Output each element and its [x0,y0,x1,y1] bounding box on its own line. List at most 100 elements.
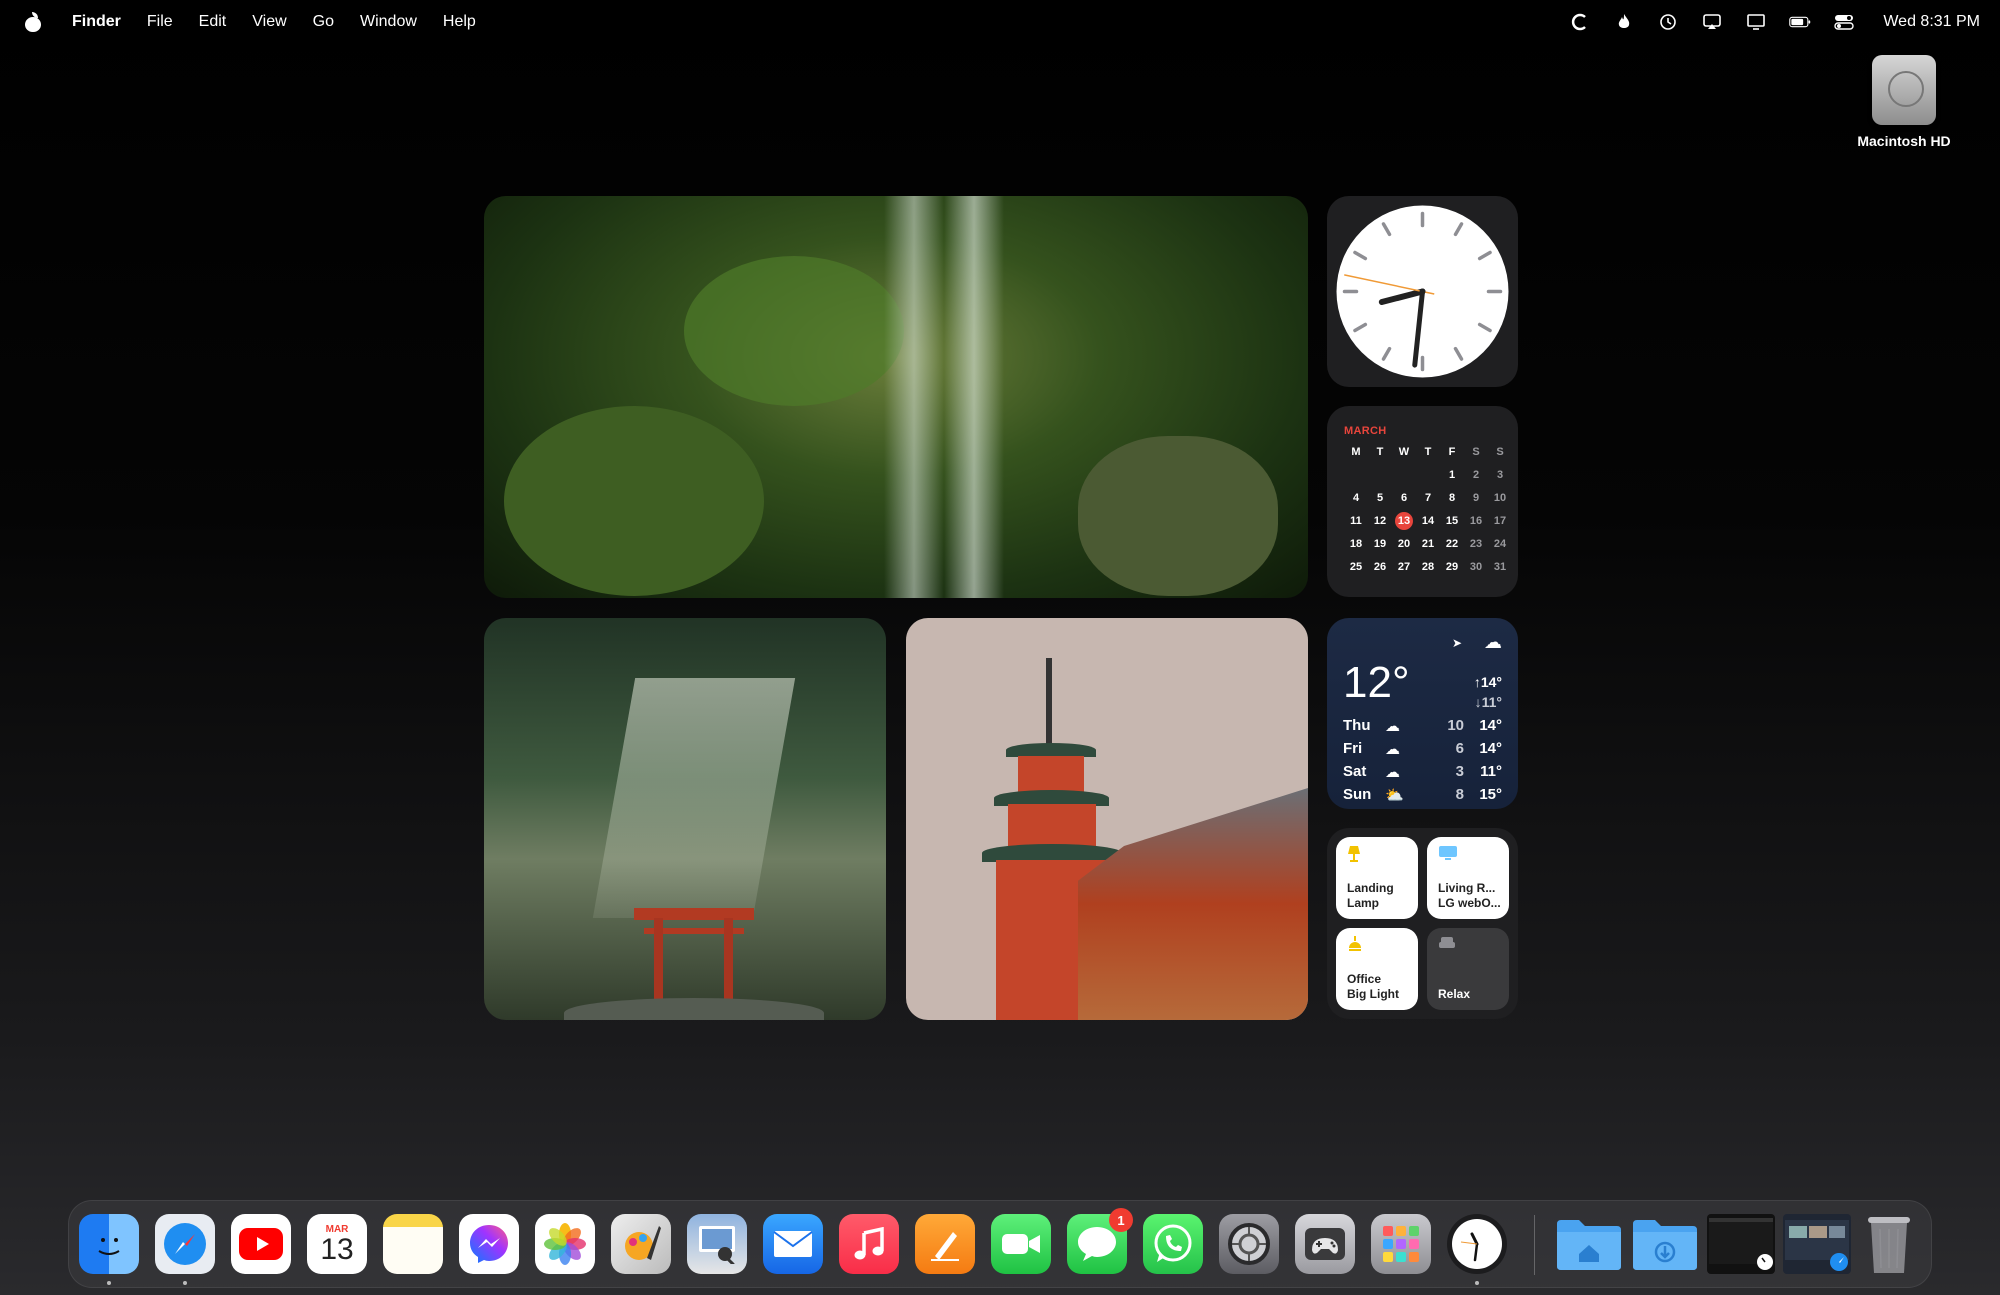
calendar-day[interactable]: 28 [1416,558,1440,576]
photo-widget-pagoda[interactable] [906,618,1308,1020]
calendar-day[interactable]: 25 [1344,558,1368,576]
downloads-folder-icon[interactable] [1631,1214,1699,1274]
calendar-day[interactable]: 21 [1416,535,1440,553]
menu-edit[interactable]: Edit [199,13,227,31]
trash-icon[interactable] [1859,1214,1919,1274]
calendar-widget[interactable]: MARCH M T W T F S S 1 2 3 4 5 6 7 8 9 10 11 12 13 14 15 16 17 18… [1327,406,1518,597]
calendar-day[interactable]: 20 [1392,535,1416,553]
calendar-day[interactable]: 9 [1464,489,1488,507]
calendar-day[interactable]: 24 [1488,535,1512,553]
control-center-icon[interactable] [1833,12,1855,32]
calendar-day[interactable]: 17 [1488,512,1512,530]
calendar-app-icon[interactable]: MAR 13 [307,1214,367,1274]
forecast-high: 11° [1480,763,1502,780]
home-tile-relax[interactable]: Relax [1427,928,1509,1010]
calendar-day[interactable]: 13 [1395,512,1413,530]
photo-widget-torii-gate[interactable] [484,618,886,1020]
calendar-empty [1392,466,1416,484]
calendar-day[interactable]: 29 [1440,558,1464,576]
calendar-day[interactable]: 19 [1368,535,1392,553]
game-controller-icon[interactable] [1295,1214,1355,1274]
calendar-day[interactable]: 23 [1464,535,1488,553]
calendar-weekday: W [1398,446,1410,458]
menu-clock[interactable]: Wed 8:31 PM [1883,13,1980,31]
launchpad-icon[interactable] [1371,1214,1431,1274]
apple-menu-icon[interactable] [24,11,42,32]
calendar-day[interactable]: 30 [1464,558,1488,576]
tile-label: Landing [1347,881,1394,895]
pixelmator-icon[interactable] [611,1214,671,1274]
calendar-day[interactable]: 11 [1344,512,1368,530]
mail-icon[interactable] [763,1214,823,1274]
calendar-day[interactable]: 6 [1392,489,1416,507]
desktop-drive[interactable]: Macintosh HD [1844,55,1964,149]
forecast-day: Thu [1343,717,1371,734]
menu-app-finder[interactable]: Finder [72,13,121,31]
calendar-day[interactable]: 16 [1464,512,1488,530]
home-tile-office-big-light[interactable]: Office Big Light [1336,928,1418,1010]
sync-icon[interactable] [1569,12,1591,32]
safari-icon[interactable] [155,1214,215,1274]
calendar-day[interactable]: 18 [1344,535,1368,553]
clock-widget[interactable] [1327,196,1518,387]
preview-icon[interactable] [687,1214,747,1274]
whatsapp-icon[interactable] [1143,1214,1203,1274]
messenger-icon[interactable] [459,1214,519,1274]
menu-file[interactable]: File [147,13,173,31]
calendar-day[interactable]: 8 [1440,489,1464,507]
calendar-day[interactable]: 31 [1488,558,1512,576]
calendar-day[interactable]: 7 [1416,489,1440,507]
youtube-icon[interactable] [231,1214,291,1274]
calendar-weekday: M [1351,446,1361,458]
hard-drive-icon [1872,55,1936,125]
forecast-row: Thu ☁ 10 14° [1343,714,1502,737]
minimized-window-thumbnail[interactable] [1707,1214,1775,1274]
battery-icon[interactable] [1789,12,1811,32]
minimized-safari-thumbnail[interactable] [1783,1214,1851,1274]
menu-view[interactable]: View [252,13,286,31]
calendar-day[interactable]: 15 [1440,512,1464,530]
calendar-weekday: T [1376,446,1384,458]
analog-clock [1336,205,1509,378]
home-folder-icon[interactable] [1555,1214,1623,1274]
menu-bar: Finder File Edit View Go Window Help Wed… [0,0,2000,43]
calendar-day[interactable]: 4 [1344,489,1368,507]
menu-window[interactable]: Window [360,13,417,31]
calendar-day[interactable]: 3 [1488,466,1512,484]
calendar-day[interactable]: 2 [1464,466,1488,484]
notes-icon[interactable] [383,1214,443,1274]
display-icon[interactable] [1745,12,1767,32]
photo-rock [504,406,764,596]
home-tile-living-room-tv[interactable]: Living R... LG webO... [1427,837,1509,919]
calendar-day[interactable]: 1 [1440,466,1464,484]
forecast-high: 15° [1479,786,1502,803]
clock-app-icon[interactable] [1447,1214,1507,1274]
finder-icon[interactable] [79,1214,139,1274]
menu-help[interactable]: Help [443,13,476,31]
pages-icon[interactable] [915,1214,975,1274]
flame-icon[interactable] [1613,12,1635,32]
home-tile-landing-lamp[interactable]: Landing Lamp [1336,837,1418,919]
messages-icon[interactable]: 1 [1067,1208,1133,1274]
partly-sunny-icon: ⛅ [1385,786,1404,804]
calendar-weekday: S [1496,446,1504,458]
system-settings-icon[interactable] [1219,1214,1279,1274]
running-indicator [1475,1281,1479,1285]
calendar-day[interactable]: 14 [1416,512,1440,530]
photo-widget-waterfall[interactable] [484,196,1308,598]
time-machine-icon[interactable] [1657,12,1679,32]
drive-label: Macintosh HD [1857,133,1951,149]
calendar-day[interactable]: 26 [1368,558,1392,576]
calendar-day[interactable]: 5 [1368,489,1392,507]
photos-icon[interactable] [535,1214,595,1274]
menu-go[interactable]: Go [313,13,334,31]
airplay-icon[interactable] [1701,12,1723,32]
calendar-day[interactable]: 27 [1392,558,1416,576]
facetime-icon[interactable] [991,1214,1051,1274]
calendar-day[interactable]: 22 [1440,535,1464,553]
calendar-day[interactable]: 12 [1368,512,1392,530]
ceiling-light-icon [1347,936,1363,957]
weather-widget[interactable]: 12° ➤ ☁ ↑14° ↓11° Thu ☁ 10 14° Fri ☁ 6 1… [1327,618,1518,809]
music-icon[interactable] [839,1214,899,1274]
calendar-day[interactable]: 10 [1488,489,1512,507]
